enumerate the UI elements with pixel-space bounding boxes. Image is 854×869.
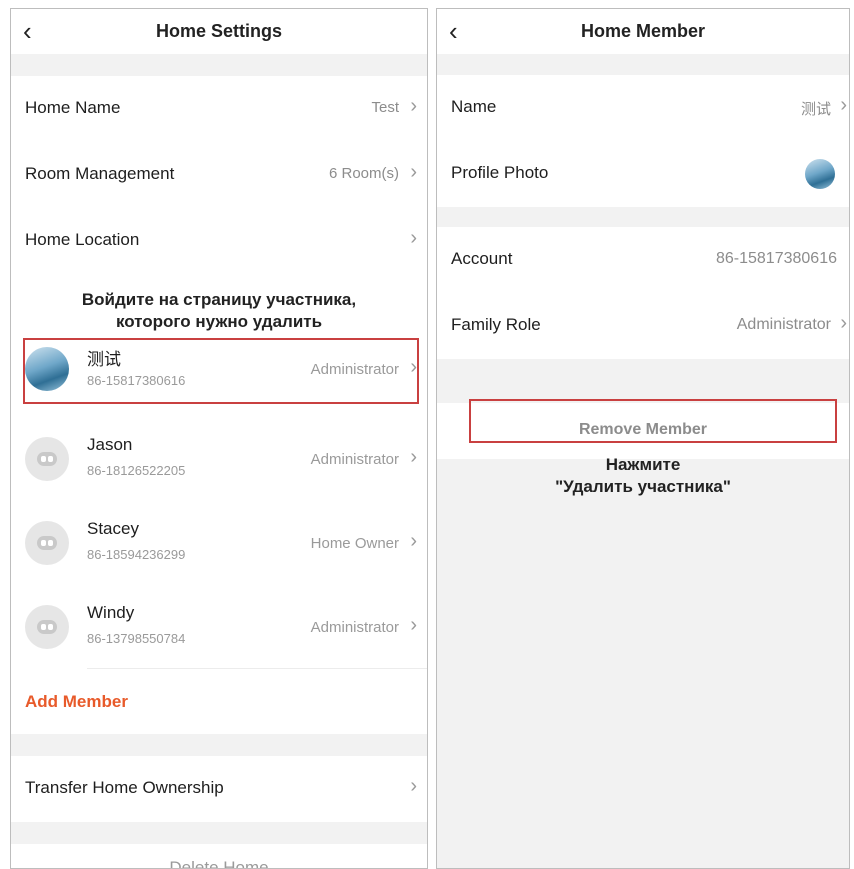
section-gap	[11, 734, 427, 756]
chevron-right-icon: ›	[840, 94, 847, 116]
avatar	[25, 605, 69, 649]
chevron-right-icon: ›	[410, 614, 417, 636]
page-title: Home Settings	[155, 21, 283, 41]
member-row[interactable]: Windy 86-13798550784 Administrator ›	[11, 589, 427, 671]
instruction-line-1: Нажмите	[605, 455, 681, 474]
avatar	[25, 521, 69, 565]
profile-photo-row[interactable]: Profile Photo	[437, 141, 849, 207]
room-management-label: Room Management	[25, 164, 175, 183]
member-phone: 86-13798550784	[87, 631, 186, 646]
account-row: Account 86-15817380616	[437, 227, 849, 293]
chevron-right-icon: ›	[410, 446, 417, 468]
chevron-right-icon: ›	[840, 312, 847, 334]
transfer-ownership-label: Transfer Home Ownership	[25, 778, 224, 797]
account-value: 86-15817380616	[715, 250, 837, 267]
home-name-row[interactable]: Home Name Test ›	[11, 76, 427, 142]
home-location-label: Home Location	[25, 230, 140, 249]
robot-avatar-icon	[37, 620, 57, 634]
highlight-box	[469, 399, 837, 443]
highlight-box	[23, 338, 419, 404]
account-label: Account	[451, 249, 513, 268]
member-role: Home Owner	[310, 535, 399, 552]
member-phone: 86-18126522205	[87, 463, 186, 478]
room-count-value: 6 Room(s)	[328, 165, 399, 182]
home-settings-panel: ‹ Home Settings Home Name Test › Room Ma…	[10, 8, 428, 869]
chevron-right-icon: ›	[410, 227, 417, 249]
delete-home-button[interactable]: Delete Home	[11, 858, 427, 868]
name-value: 测试	[800, 101, 831, 118]
page-title: Home Member	[580, 21, 706, 41]
robot-avatar-icon	[37, 452, 57, 466]
room-management-row[interactable]: Room Management 6 Room(s) ›	[11, 142, 427, 208]
member-row[interactable]: Stacey 86-18594236299 Home Owner ›	[11, 505, 427, 587]
section-gap	[11, 54, 427, 76]
family-role-row[interactable]: Family Role Administrator ›	[437, 293, 849, 359]
section-gap	[11, 822, 427, 844]
member-phone: 86-18594236299	[87, 547, 186, 562]
chevron-right-icon: ›	[410, 530, 417, 552]
nav-bar: ‹ Home Settings	[11, 9, 427, 54]
divider	[87, 668, 427, 669]
add-member-button[interactable]: Add Member	[25, 692, 128, 712]
member-role: Administrator	[310, 451, 399, 468]
member-name: Jason	[87, 435, 133, 454]
member-name: Windy	[87, 603, 135, 622]
family-role-value: Administrator	[736, 316, 831, 333]
nav-bar: ‹ Home Member	[437, 9, 849, 54]
home-member-panel: ‹ Home Member Name 测试 › Profile Photo Ac…	[436, 8, 850, 869]
instruction-line-2: "Удалить участника"	[555, 477, 731, 496]
robot-avatar-icon	[37, 536, 57, 550]
name-row[interactable]: Name 测试 ›	[437, 75, 849, 141]
name-label: Name	[451, 97, 497, 116]
home-name-value: Test	[371, 99, 399, 116]
member-role: Administrator	[310, 619, 399, 636]
instruction-line-1: Войдите на страницу участника,	[81, 290, 357, 309]
profile-photo	[805, 159, 835, 189]
instruction-line-2: которого нужно удалить	[115, 312, 323, 331]
chevron-right-icon: ›	[410, 95, 417, 117]
home-location-row[interactable]: Home Location ›	[11, 208, 427, 274]
member-row[interactable]: Jason 86-18126522205 Administrator ›	[11, 421, 427, 503]
chevron-right-icon: ›	[410, 161, 417, 183]
transfer-ownership-row[interactable]: Transfer Home Ownership ›	[11, 756, 427, 822]
chevron-right-icon: ›	[410, 775, 417, 797]
instruction-annotation: Войдите на страницу участника, которого …	[11, 289, 427, 333]
member-name: Stacey	[87, 519, 139, 538]
instruction-annotation: Нажмите "Удалить участника"	[437, 454, 849, 498]
family-role-label: Family Role	[451, 315, 541, 334]
avatar	[25, 437, 69, 481]
home-name-label: Home Name	[25, 98, 121, 117]
profile-photo-label: Profile Photo	[451, 163, 549, 182]
